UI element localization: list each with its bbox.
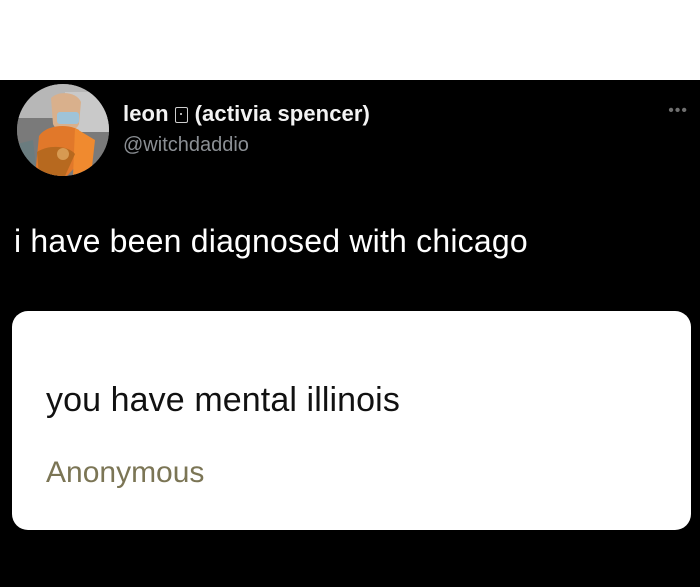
- display-name[interactable]: leon (activia spencer): [123, 99, 370, 129]
- tweet: leon (activia spencer) @witchdaddio ••• …: [0, 80, 700, 587]
- avatar-image: [17, 84, 109, 176]
- display-name-first: leon: [123, 101, 169, 126]
- user-handle[interactable]: @witchdaddio: [123, 134, 249, 157]
- card-author: Anonymous: [46, 456, 205, 489]
- top-white-strip: [0, 0, 700, 80]
- quote-card: you have mental illinois Anonymous: [12, 311, 691, 530]
- tag-icon: [174, 107, 188, 123]
- page: leon (activia spencer) @witchdaddio ••• …: [0, 0, 700, 587]
- tweet-text: i have been diagnosed with chicago: [14, 223, 528, 259]
- display-name-second: (activia spencer): [194, 101, 370, 126]
- card-question: you have mental illinois: [46, 381, 400, 419]
- avatar[interactable]: [17, 84, 109, 176]
- more-options-icon[interactable]: •••: [668, 103, 688, 119]
